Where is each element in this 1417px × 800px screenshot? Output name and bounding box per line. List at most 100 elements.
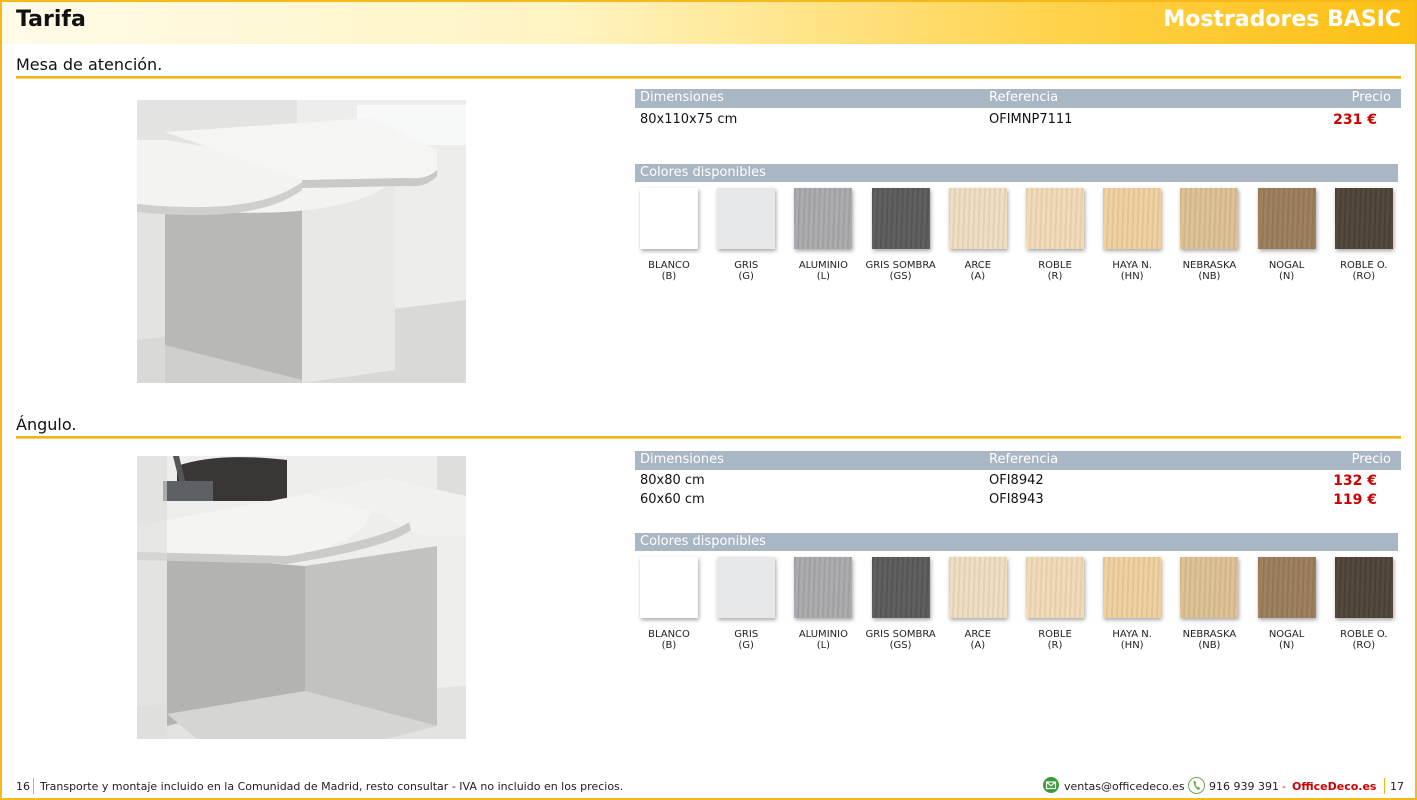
color-swatch	[948, 188, 1007, 249]
row-price: 231 €	[1333, 112, 1377, 128]
col-dimensions: Dimensiones	[640, 90, 724, 105]
row-price: 119 €	[1333, 492, 1377, 508]
price-table-header: Dimensiones Referencia Precio	[635, 89, 1401, 108]
color-swatch-label: ARCE (A)	[938, 260, 1018, 282]
color-name: NOGAL	[1268, 629, 1305, 640]
color-name: GRIS SOMBRA	[865, 260, 936, 271]
color-name: ARCE	[964, 629, 992, 640]
color-swatch	[871, 188, 930, 249]
colors-title: Colores disponibles	[640, 165, 766, 180]
table-row: 60x60 cm OFI8943 119 €	[635, 491, 1401, 510]
color-name: ALUMINIO	[798, 629, 848, 640]
color-code: (N)	[1278, 271, 1295, 282]
color-name: BLANCO	[648, 629, 690, 640]
section-divider	[16, 436, 1401, 439]
color-name: ARCE	[964, 260, 992, 271]
color-name: ALUMINIO	[798, 260, 848, 271]
color-swatch-label: ROBLE O. (RO)	[1324, 629, 1404, 651]
col-reference: Referencia	[989, 90, 1059, 105]
colors-header: Colores disponibles	[635, 533, 1398, 551]
color-code: (B)	[661, 640, 677, 651]
color-swatch-label: ROBLE (R)	[1015, 260, 1095, 282]
table-row: 80x110x75 cm OFIMNP7111 231 €	[635, 111, 1401, 130]
color-swatch-label: NEBRASKA (NB)	[1169, 629, 1249, 651]
row-dimensions: 80x110x75 cm	[640, 112, 738, 127]
section-title-angulo: Ángulo.	[16, 415, 77, 434]
page-header: Tarifa Mostradores BASIC	[0, 0, 1417, 44]
brand-link[interactable]: OfficeDeco.es	[1292, 780, 1376, 793]
table-row: 80x80 cm OFI8942 132 €	[635, 472, 1401, 491]
row-reference: OFI8942	[989, 473, 1044, 488]
col-dimensions: Dimensiones	[640, 452, 724, 467]
row-dimensions: 80x80 cm	[640, 473, 705, 488]
color-swatch	[1257, 557, 1316, 618]
color-swatch	[640, 188, 698, 249]
color-name: HAYA N.	[1112, 260, 1152, 271]
colors-header: Colores disponibles	[635, 164, 1398, 182]
color-swatch	[1180, 188, 1239, 249]
col-reference: Referencia	[989, 452, 1059, 467]
footer-divider	[1384, 778, 1385, 794]
color-swatch	[794, 557, 853, 618]
color-name: GRIS SOMBRA	[865, 629, 936, 640]
color-code: (R)	[1047, 640, 1063, 651]
color-swatch	[1026, 557, 1084, 618]
page-number-left: 16	[16, 780, 30, 793]
color-swatch-label: GRIS SOMBRA (GS)	[861, 629, 941, 651]
color-swatch-label: HAYA N. (HN)	[1092, 260, 1172, 282]
row-dimensions: 60x60 cm	[640, 492, 705, 507]
color-code: (RO)	[1352, 640, 1376, 651]
header-product-line: Mostradores BASIC	[1163, 7, 1401, 32]
color-name: BLANCO	[648, 260, 690, 271]
color-swatch	[1334, 557, 1393, 618]
row-price: 132 €	[1333, 473, 1377, 489]
color-swatch-label: ALUMINIO (L)	[783, 629, 863, 651]
color-code: (R)	[1047, 271, 1063, 282]
section-title-mesa: Mesa de atención.	[16, 55, 163, 74]
color-swatch-label: ARCE (A)	[938, 629, 1018, 651]
page-number-right: 17	[1390, 780, 1404, 793]
color-code: (HN)	[1120, 271, 1144, 282]
col-price: Precio	[1351, 90, 1391, 105]
page-footer: 16 Transporte y montaje incluido en la C…	[0, 776, 1417, 796]
color-swatch-label: BLANCO (B)	[629, 629, 709, 651]
product-photo-mesa	[137, 100, 466, 383]
color-code: (GS)	[889, 640, 912, 651]
colors-title: Colores disponibles	[640, 534, 766, 549]
color-name: ROBLE O.	[1340, 260, 1388, 271]
color-swatch-label: ROBLE (R)	[1015, 629, 1095, 651]
color-swatch	[1103, 557, 1162, 618]
color-name: NOGAL	[1268, 260, 1305, 271]
color-name: HAYA N.	[1112, 629, 1152, 640]
color-swatch-label: ROBLE O. (RO)	[1324, 260, 1404, 282]
color-name: ROBLE O.	[1340, 629, 1388, 640]
color-swatch-label: BLANCO (B)	[629, 260, 709, 282]
color-code: (G)	[738, 271, 754, 282]
color-swatch	[717, 188, 776, 249]
color-name: GRIS	[734, 629, 759, 640]
product-photo-angulo	[137, 456, 466, 739]
color-name: GRIS	[734, 260, 759, 271]
email-icon	[1043, 777, 1059, 793]
row-reference: OFI8943	[989, 492, 1044, 507]
footer-note: Transporte y montaje incluido en la Comu…	[40, 780, 624, 793]
color-code: (B)	[661, 271, 677, 282]
section-divider	[16, 76, 1401, 79]
color-swatch-label: HAYA N. (HN)	[1092, 629, 1172, 651]
color-name: ROBLE	[1038, 629, 1072, 640]
color-swatch	[717, 557, 776, 618]
header-title: Tarifa	[16, 7, 86, 32]
color-swatch-label: NEBRASKA (NB)	[1169, 260, 1249, 282]
color-swatch	[1103, 188, 1162, 249]
price-table-header: Dimensiones Referencia Precio	[635, 451, 1401, 470]
color-name: NEBRASKA	[1182, 629, 1237, 640]
col-price: Precio	[1351, 452, 1391, 467]
color-code: (L)	[816, 271, 831, 282]
color-code: (HN)	[1120, 640, 1144, 651]
contact-phone[interactable]: 916 939 391	[1209, 780, 1279, 793]
contact-email[interactable]: ventas@officedeco.es	[1064, 780, 1185, 793]
row-reference: OFIMNP7111	[989, 112, 1073, 127]
color-swatch-label: GRIS SOMBRA (GS)	[861, 260, 941, 282]
color-name: ROBLE	[1038, 260, 1072, 271]
footer-divider	[33, 778, 34, 794]
